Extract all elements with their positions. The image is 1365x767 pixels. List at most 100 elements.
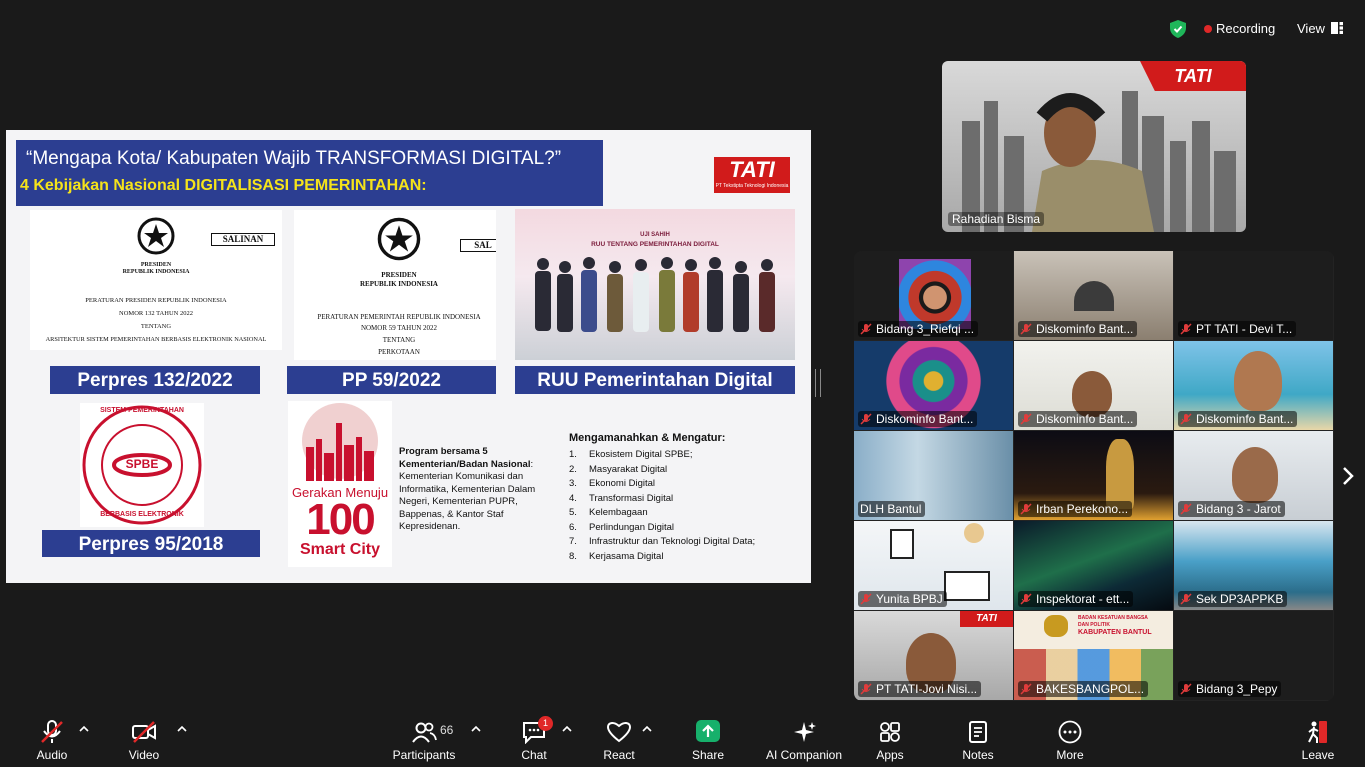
audio-button[interactable]: Audio — [30, 711, 74, 767]
tati-logo-text: TATI — [729, 157, 775, 182]
participant-name-label: PT TATI - Devi T... — [1178, 321, 1297, 337]
participant-tile[interactable]: Diskominfo Bant... — [1174, 341, 1333, 430]
statue-silhouette — [1106, 439, 1134, 509]
bakesbangpol-sign-line2: DAN POLITIK — [1078, 622, 1110, 628]
mandate-item: 6. Perlindungan Digital — [569, 521, 675, 533]
participant-tile[interactable]: Bidang 3 - Jarot — [1174, 431, 1333, 520]
participants-icon — [412, 722, 437, 743]
participant-face — [1234, 351, 1282, 411]
participant-tile[interactable]: Diskominfo Bant... — [854, 341, 1013, 430]
view-grid-icon[interactable] — [1331, 22, 1343, 34]
garuda-emblem-icon — [377, 217, 421, 261]
participant-name-label: Diskominfo Bant... — [1178, 411, 1298, 427]
participant-tile[interactable]: Inspektorat - ett... — [1014, 521, 1173, 610]
heart-icon — [606, 722, 632, 743]
audio-options-chevron-up-icon[interactable] — [79, 725, 89, 733]
participant-tile[interactable]: Bidang 3_Riefqi ... — [854, 251, 1013, 340]
participants-button[interactable]: 66 Participants — [392, 711, 456, 767]
leave-button[interactable]: Leave — [1298, 711, 1338, 767]
video-button[interactable]: Video — [122, 711, 166, 767]
people-group-figures — [535, 257, 775, 332]
participants-options-chevron-up-icon[interactable] — [471, 725, 481, 733]
garuda-emblem-icon — [1044, 615, 1068, 637]
chat-options-chevron-up-icon[interactable] — [562, 725, 572, 733]
participant-name-label: Diskominfo Bant... — [1018, 411, 1138, 427]
apps-icon — [880, 722, 900, 742]
mic-muted-icon — [1180, 593, 1192, 605]
participant-tile[interactable]: Irban Perekono... — [1014, 431, 1173, 520]
participant-gallery: Bidang 3_Riefqi ... Diskominfo Bant... P… — [854, 251, 1334, 701]
share-label: Share — [691, 748, 725, 762]
ai-companion-button[interactable]: AI Companion — [764, 711, 844, 767]
participants-count: 66 — [440, 723, 454, 737]
mic-muted-icon — [1180, 503, 1192, 515]
mic-muted-icon — [1020, 323, 1032, 335]
doc1-republic: REPUBLIK INDONESIA — [122, 269, 190, 275]
more-label: More — [1056, 748, 1084, 762]
doc1-line1: PERATURAN PRESIDEN REPUBLIK INDONESIA — [85, 297, 227, 304]
mandate-item: 5. Kelembagaan — [569, 507, 648, 518]
program-title: Program bersama 5 Kementerian/Badan Nasi… — [399, 446, 531, 470]
program-description: Program bersama 5 Kementerian/Badan Nasi… — [399, 446, 559, 534]
react-options-chevron-up-icon[interactable] — [642, 725, 652, 733]
chat-button[interactable]: 1 Chat — [514, 711, 554, 767]
speaker-name: Rahadian Bisma — [948, 212, 1045, 226]
mic-muted-icon — [1180, 323, 1192, 335]
panel-resize-handle[interactable] — [815, 369, 821, 397]
mandate-title: Mengamanahkan & Mengatur: — [569, 432, 726, 444]
mandate-item: 7. Infrastruktur dan Teknologi Digital Da… — [569, 536, 756, 547]
video-off-icon — [132, 721, 156, 743]
participant-name-label: Diskominfo Bant... — [1018, 321, 1138, 337]
participant-tile[interactable]: Diskominfo Bant... — [1014, 251, 1173, 340]
sparkle-icon — [794, 722, 816, 742]
active-speaker-video[interactable]: TATI Rahadian Bisma — [942, 61, 1246, 232]
participant-name-label: DLH Bantul — [858, 501, 926, 517]
spbe-logo: SISTEM PEMERINTAHAN SPBE BERBASIS ELEKTR… — [80, 403, 204, 527]
garuda-emblem-icon — [137, 217, 175, 255]
city-skyline-graphic — [302, 403, 378, 481]
doc1-line4: ARSITEKTUR SISTEM PEMERINTAHAN BERBASIS … — [45, 336, 267, 343]
office-desk-scene — [1074, 281, 1114, 311]
spbe-top-text: SISTEM PEMERINTAHAN — [100, 407, 184, 414]
participant-name-label: PT TATI-Jovi Nisi... — [858, 681, 982, 697]
notes-button[interactable]: Notes — [958, 711, 998, 767]
slide-header: “Mengapa Kota/ Kabupaten Wajib TRANSFORM… — [16, 140, 603, 206]
mic-muted-icon — [860, 323, 872, 335]
participant-tile[interactable]: PT TATI - Devi T... — [1174, 251, 1333, 340]
mic-muted-icon — [860, 413, 872, 425]
participant-name-label: Inspektorat - ett... — [1018, 591, 1134, 607]
participant-tile[interactable]: Diskominfo Bant... — [1014, 341, 1173, 430]
notes-label: Notes — [962, 748, 994, 762]
smart-city-line3: Smart City — [299, 541, 381, 558]
recording-label[interactable]: Recording — [1216, 21, 1275, 36]
slide-title: “Mengapa Kota/ Kabupaten Wajib TRANSFORM… — [26, 148, 562, 169]
ruu-label: RUU Pemerintahan Digital — [515, 366, 795, 394]
apps-button[interactable]: Apps — [870, 711, 910, 767]
shield-icon[interactable] — [1170, 20, 1186, 38]
participant-tile[interactable]: TATI PT TATI-Jovi Nisi... — [854, 611, 1013, 700]
more-button[interactable]: More — [1050, 711, 1090, 767]
pp-59-document: SAL PRESIDEN REPUBLIK INDONESIA PERATURA… — [294, 210, 496, 360]
mic-muted-icon — [1180, 413, 1192, 425]
participant-tile[interactable]: Yunita BPBJ — [854, 521, 1013, 610]
leave-label: Leave — [1301, 748, 1335, 762]
view-button[interactable]: View — [1297, 21, 1325, 36]
participant-tile[interactable]: BADAN KESATUAN BANGSA DAN POLITIK KABUPA… — [1014, 611, 1173, 700]
video-options-chevron-up-icon[interactable] — [177, 725, 187, 733]
doc2-line3: TENTANG — [382, 336, 416, 344]
share-button[interactable]: Share — [688, 711, 728, 767]
participant-tile[interactable]: Bidang 3_Pepy — [1174, 611, 1333, 700]
participants-label: Participants — [392, 748, 456, 762]
participant-name-label: Yunita BPBJ — [858, 591, 947, 607]
wall-frame — [890, 529, 914, 559]
bakesbangpol-sign-line1: BADAN KESATUAN BANGSA — [1078, 615, 1148, 621]
participant-tile[interactable]: Sek DP3APPKB — [1174, 521, 1333, 610]
doc2-president: PRESIDEN — [381, 271, 417, 279]
participant-name-label: Diskominfo Bant... — [858, 411, 978, 427]
mandate-item: 2. Masyarakat Digital — [569, 463, 668, 475]
gallery-next-page-icon[interactable] — [1338, 464, 1358, 488]
react-button[interactable]: React — [598, 711, 640, 767]
doc1-president: PRESIDEN — [140, 262, 172, 268]
participant-tile[interactable]: DLH Bantul — [854, 431, 1013, 520]
react-label: React — [603, 748, 635, 762]
